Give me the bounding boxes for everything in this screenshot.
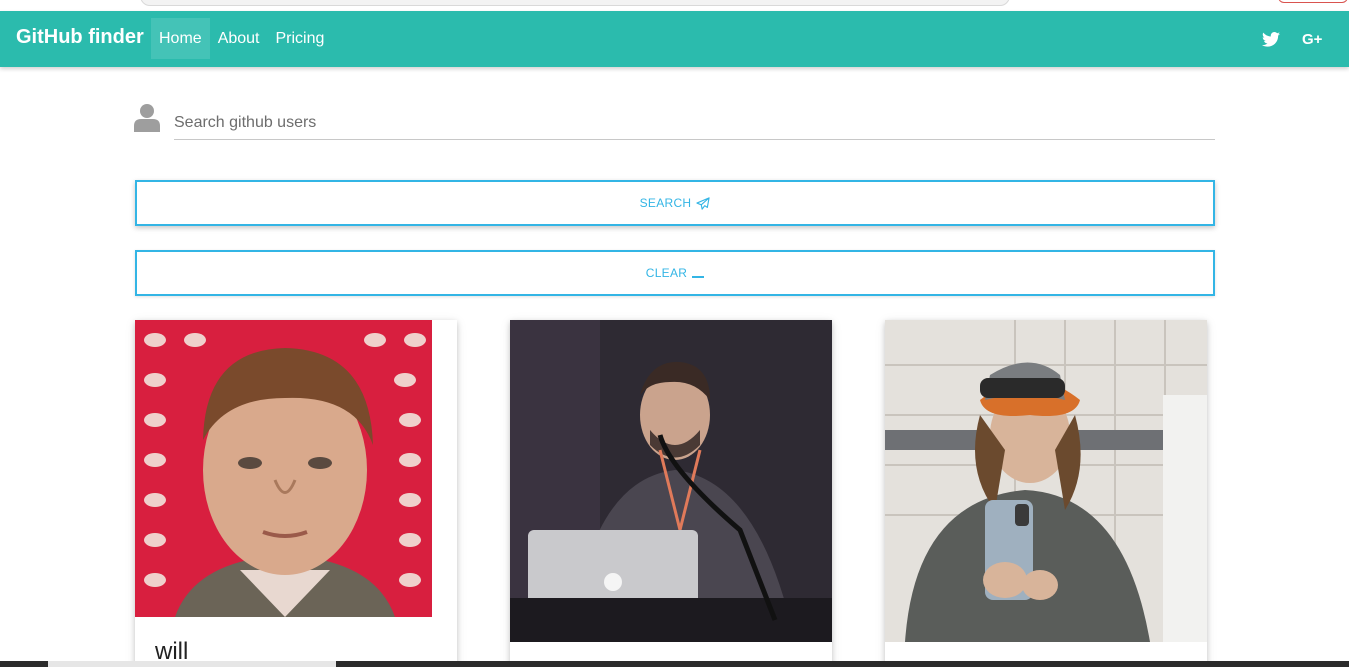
twitter-link[interactable] [1262,11,1280,67]
avatar-photo [885,320,1207,642]
avatar-photo [135,320,432,617]
clear-button[interactable]: CLEAR [135,250,1215,296]
paper-plane-icon [696,196,711,210]
taskbar-item[interactable] [48,661,336,667]
twitter-icon [1262,31,1280,47]
clear-button-label: CLEAR [645,266,688,280]
browser-address-bar[interactable] [140,0,1010,6]
search-button-label: SEARCH [639,196,692,210]
brand-logo[interactable]: GitHub finder [16,26,144,49]
user-card[interactable] [510,320,832,667]
minus-icon [692,276,705,278]
nav-link-about[interactable]: About [210,18,268,59]
user-icon [134,104,160,132]
search-input[interactable] [174,106,1215,140]
user-card[interactable] [885,320,1207,667]
taskbar-remnant [0,661,1349,667]
browser-button[interactable] [1278,0,1348,3]
nav-link-home[interactable]: Home [151,18,210,59]
search-row [134,100,1215,140]
search-button[interactable]: SEARCH [135,180,1215,226]
nav-link-pricing[interactable]: Pricing [268,18,333,59]
nav-links: Home About Pricing [151,18,332,59]
browser-chrome-remnant [0,0,1349,11]
navbar: GitHub finder Home About Pricing G+ [0,11,1349,67]
user-card[interactable]: will [135,320,457,667]
google-plus-icon: G+ [1302,30,1323,48]
google-plus-link[interactable]: G+ [1302,11,1322,67]
avatar-photo [510,320,832,642]
